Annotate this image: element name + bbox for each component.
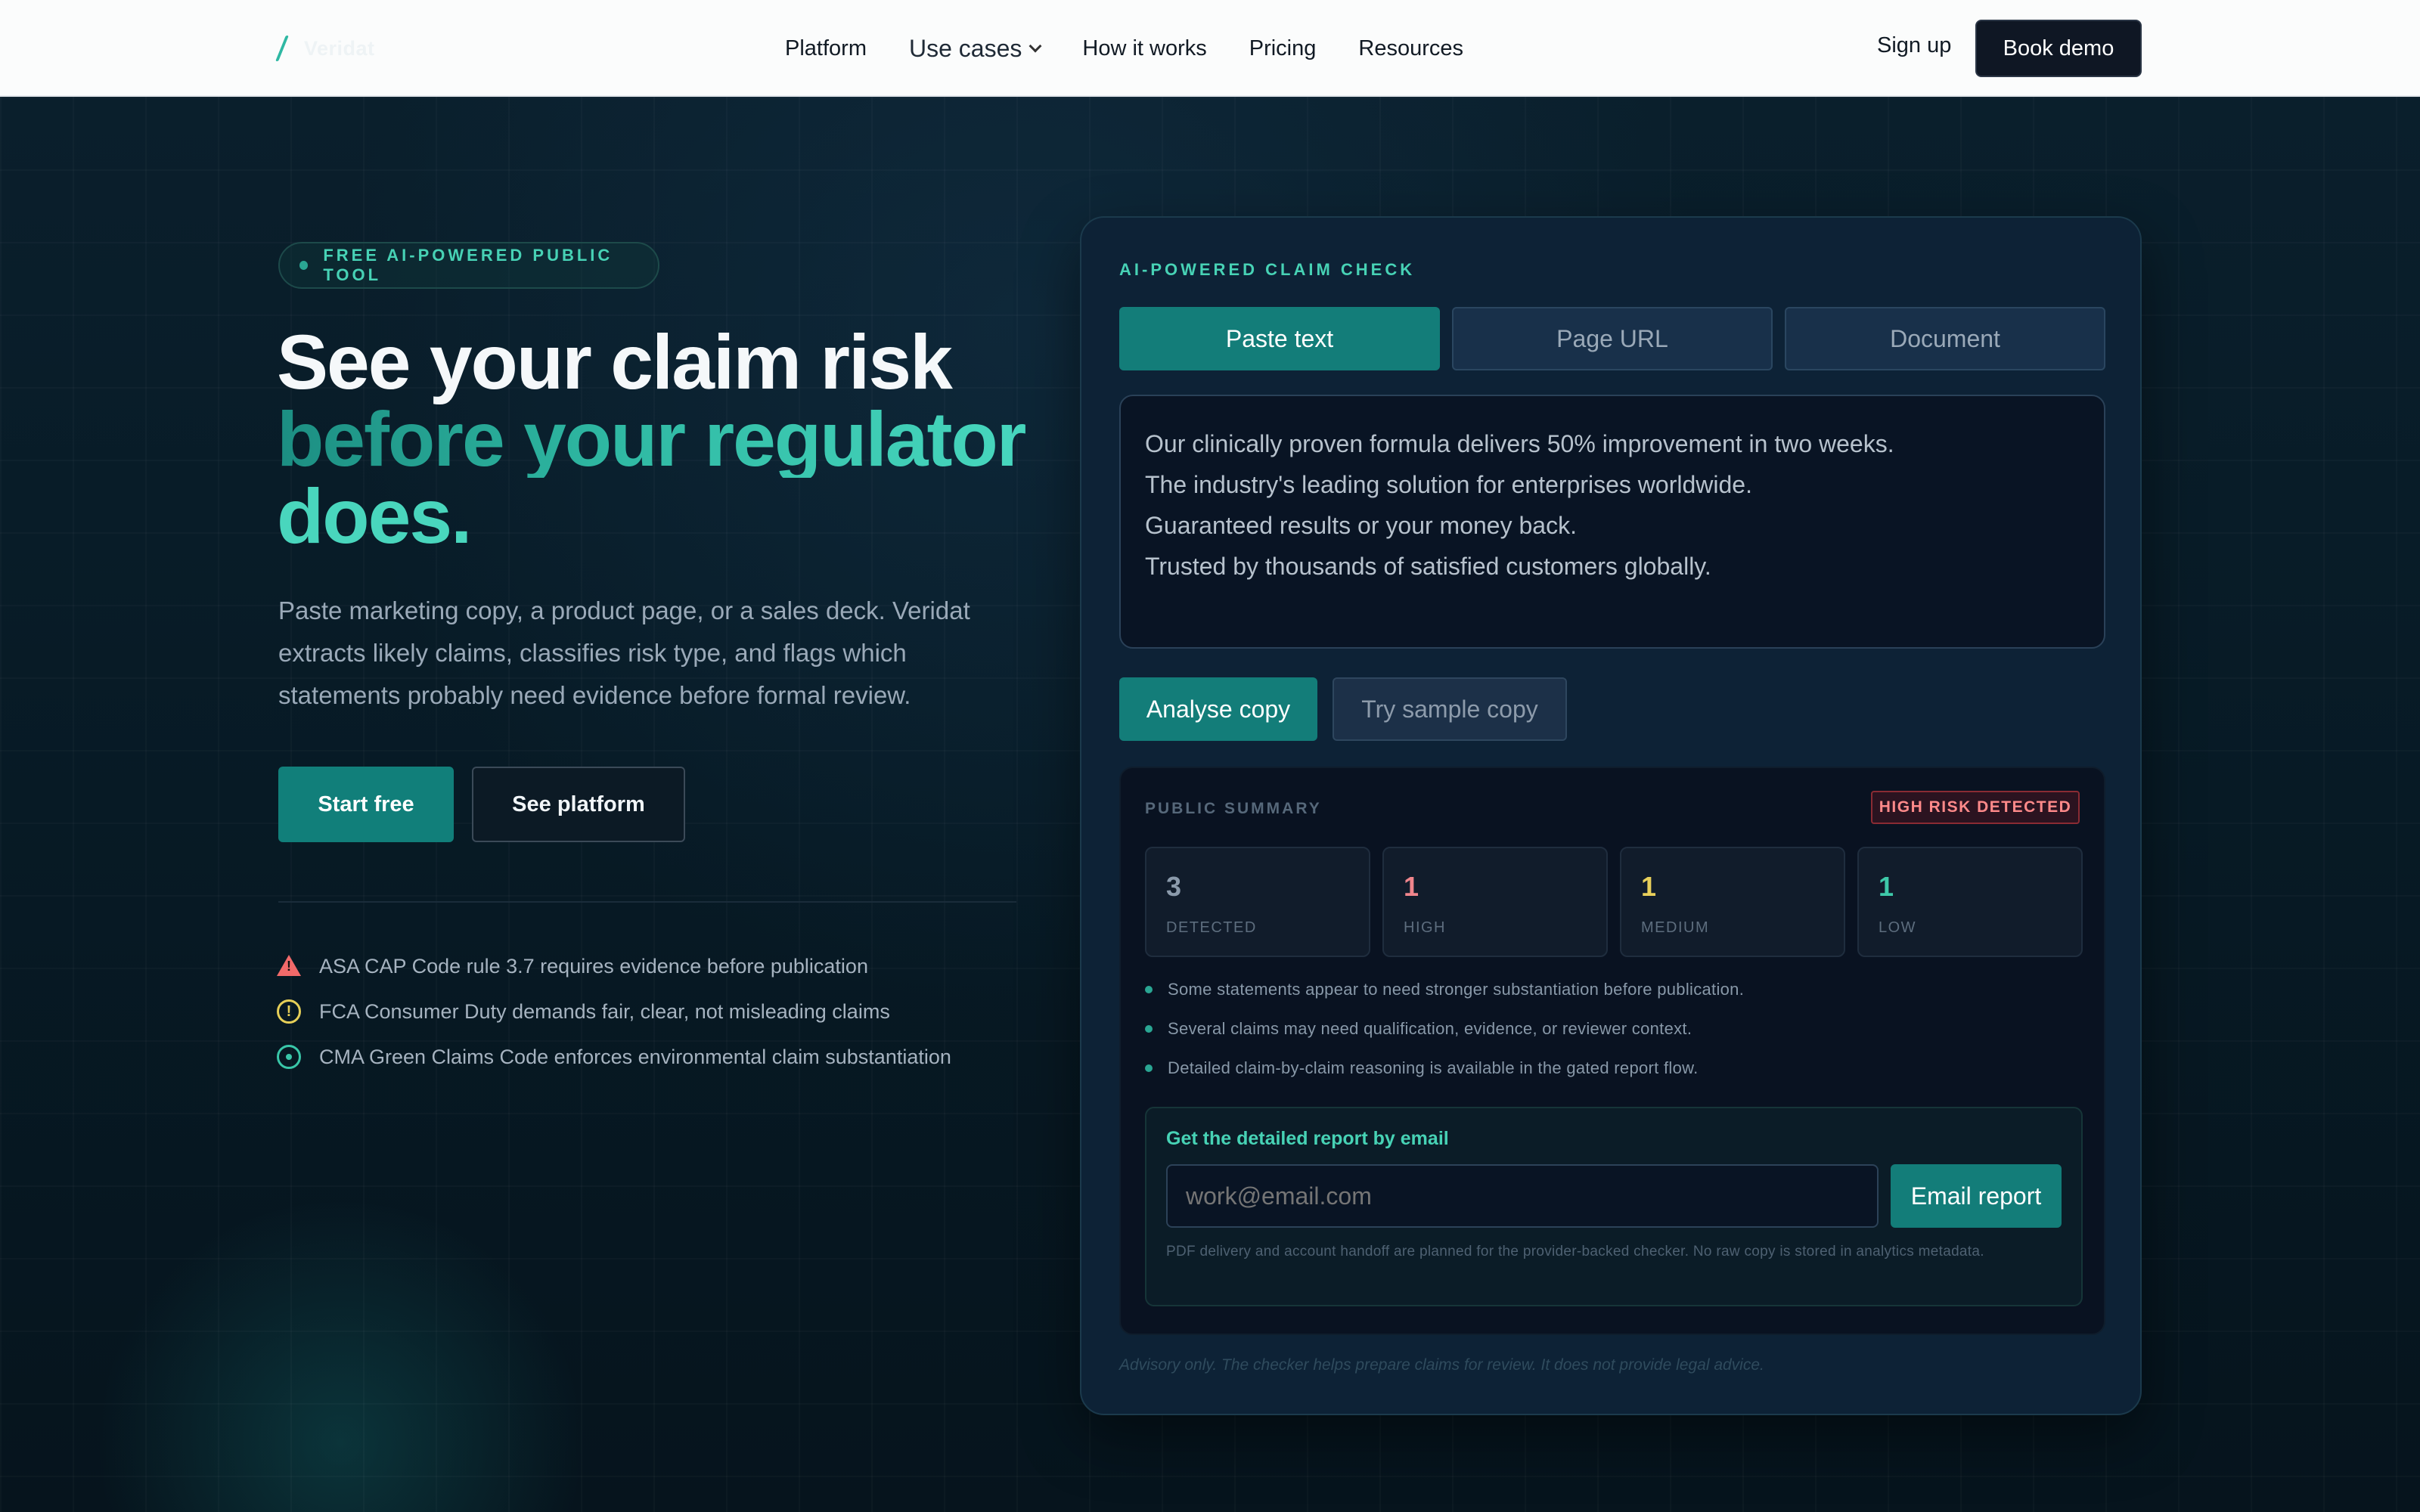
regulation-item: CMA Green Claims Code enforces environme… bbox=[277, 1042, 951, 1072]
summary-bullet-text: Several claims may need qualification, e… bbox=[1168, 1019, 1692, 1038]
logo-text: Veridat bbox=[304, 36, 375, 60]
nav-links: Platform Use cases How it works Pricing … bbox=[785, 30, 1506, 67]
bullet-dot-icon bbox=[1145, 1025, 1153, 1033]
tab-document[interactable]: Document bbox=[1785, 307, 2105, 370]
regulation-text: ASA CAP Code rule 3.7 requires evidence … bbox=[319, 954, 868, 978]
hero-title-line-2: before your regulator bbox=[277, 401, 1033, 478]
nav-link-use-cases-label: Use cases bbox=[908, 34, 1022, 62]
stat-label: MEDIUM bbox=[1641, 919, 1710, 936]
nav-link-platform[interactable]: Platform bbox=[785, 36, 867, 61]
hero-title-line-3: does. bbox=[277, 473, 472, 559]
stat-label: HIGH bbox=[1404, 919, 1446, 936]
summary-bullet: Several claims may need qualification, e… bbox=[1145, 1018, 1692, 1040]
pill-label: FREE AI-POWERED PUBLIC TOOL bbox=[323, 246, 613, 284]
stat-detected: 3 DETECTED bbox=[1145, 847, 1370, 957]
nav-link-use-cases[interactable]: Use cases bbox=[908, 34, 1042, 63]
stat-value: 1 bbox=[1879, 871, 1894, 902]
stat-value: 3 bbox=[1166, 871, 1182, 902]
claim-check-card: AI-POWERED CLAIM CHECK Paste text Page U… bbox=[1080, 216, 2142, 1415]
stat-high: 1 HIGH bbox=[1382, 847, 1608, 957]
public-summary-panel: PUBLIC SUMMARY HIGH RISK DETECTED 3 DETE… bbox=[1119, 767, 2105, 1335]
stat-medium: 1 MEDIUM bbox=[1620, 847, 1845, 957]
summary-bullet-text: Some statements appear to need stronger … bbox=[1168, 980, 1745, 999]
hero-title: See your claim risk before your regulato… bbox=[277, 324, 1033, 555]
tab-page-url[interactable]: Page URL bbox=[1452, 307, 1773, 370]
copy-line: Our clinically proven formula delivers 5… bbox=[1145, 430, 1894, 457]
book-demo-button[interactable]: Book demo bbox=[1975, 20, 2142, 77]
logo[interactable]: Veridat bbox=[277, 33, 375, 64]
email-report-button[interactable]: Email report bbox=[1891, 1164, 2062, 1228]
analyse-copy-button[interactable]: Analyse copy bbox=[1119, 677, 1317, 741]
free-tool-pill: FREE AI-POWERED PUBLIC TOOL bbox=[278, 242, 659, 289]
regulation-text: FCA Consumer Duty demands fair, clear, n… bbox=[319, 999, 890, 1023]
regulation-item: ! FCA Consumer Duty demands fair, clear,… bbox=[277, 996, 890, 1027]
regulation-text: CMA Green Claims Code enforces environme… bbox=[319, 1045, 951, 1068]
risk-status-badge: HIGH RISK DETECTED bbox=[1871, 791, 2080, 824]
advisory-note: Advisory only. The checker helps prepare… bbox=[1119, 1356, 1764, 1374]
summary-bullet: Some statements appear to need stronger … bbox=[1145, 978, 1744, 1001]
copy-textarea[interactable]: Our clinically proven formula delivers 5… bbox=[1119, 395, 2105, 649]
card-eyebrow: AI-POWERED CLAIM CHECK bbox=[1119, 260, 1416, 279]
see-platform-button[interactable]: See platform bbox=[472, 767, 685, 842]
pill-dot-icon bbox=[299, 261, 309, 270]
regulation-item: ASA CAP Code rule 3.7 requires evidence … bbox=[277, 951, 868, 981]
sign-up-link[interactable]: Sign up bbox=[1877, 33, 1951, 58]
summary-bullet: Detailed claim-by-claim reasoning is ava… bbox=[1145, 1057, 1699, 1080]
stat-label: DETECTED bbox=[1166, 919, 1257, 936]
copy-line: Guaranteed results or your money back. bbox=[1145, 512, 1577, 539]
stat-label: LOW bbox=[1879, 919, 1917, 936]
email-note: PDF delivery and account handoff are pla… bbox=[1166, 1244, 1984, 1259]
copy-line: The industry's leading solution for ente… bbox=[1145, 471, 1752, 498]
summary-title: PUBLIC SUMMARY bbox=[1145, 800, 1322, 817]
nav-link-pricing[interactable]: Pricing bbox=[1249, 36, 1317, 61]
bullet-dot-icon bbox=[1145, 986, 1153, 993]
start-free-button[interactable]: Start free bbox=[278, 767, 454, 842]
tab-paste-text[interactable]: Paste text bbox=[1119, 307, 1440, 370]
hero-title-line-1: See your claim risk bbox=[277, 319, 953, 405]
copy-line: Trusted by thousands of satisfied custom… bbox=[1145, 553, 1711, 580]
hero-divider bbox=[278, 901, 1016, 903]
check-circle-icon bbox=[277, 1045, 301, 1069]
nav-link-resources[interactable]: Resources bbox=[1358, 36, 1463, 61]
nav-link-how-it-works[interactable]: How it works bbox=[1082, 36, 1206, 61]
email-report-box: Get the detailed report by email Email r… bbox=[1145, 1107, 2083, 1306]
alert-circle-icon: ! bbox=[277, 999, 301, 1024]
warning-triangle-icon bbox=[277, 955, 301, 978]
stat-value: 1 bbox=[1641, 871, 1657, 902]
logo-mark-icon bbox=[277, 36, 287, 61]
try-sample-copy-button[interactable]: Try sample copy bbox=[1333, 677, 1567, 741]
email-field[interactable] bbox=[1166, 1164, 1879, 1228]
hero-lead: Paste marketing copy, a product page, or… bbox=[278, 596, 970, 709]
email-report-title: Get the detailed report by email bbox=[1166, 1128, 1449, 1149]
top-navigation: Veridat Platform Use cases How it works … bbox=[0, 0, 2420, 97]
chevron-down-icon bbox=[1028, 39, 1042, 53]
bullet-dot-icon bbox=[1145, 1064, 1153, 1072]
stat-low: 1 LOW bbox=[1857, 847, 2083, 957]
summary-bullet-text: Detailed claim-by-claim reasoning is ava… bbox=[1168, 1058, 1699, 1077]
stat-value: 1 bbox=[1404, 871, 1419, 902]
